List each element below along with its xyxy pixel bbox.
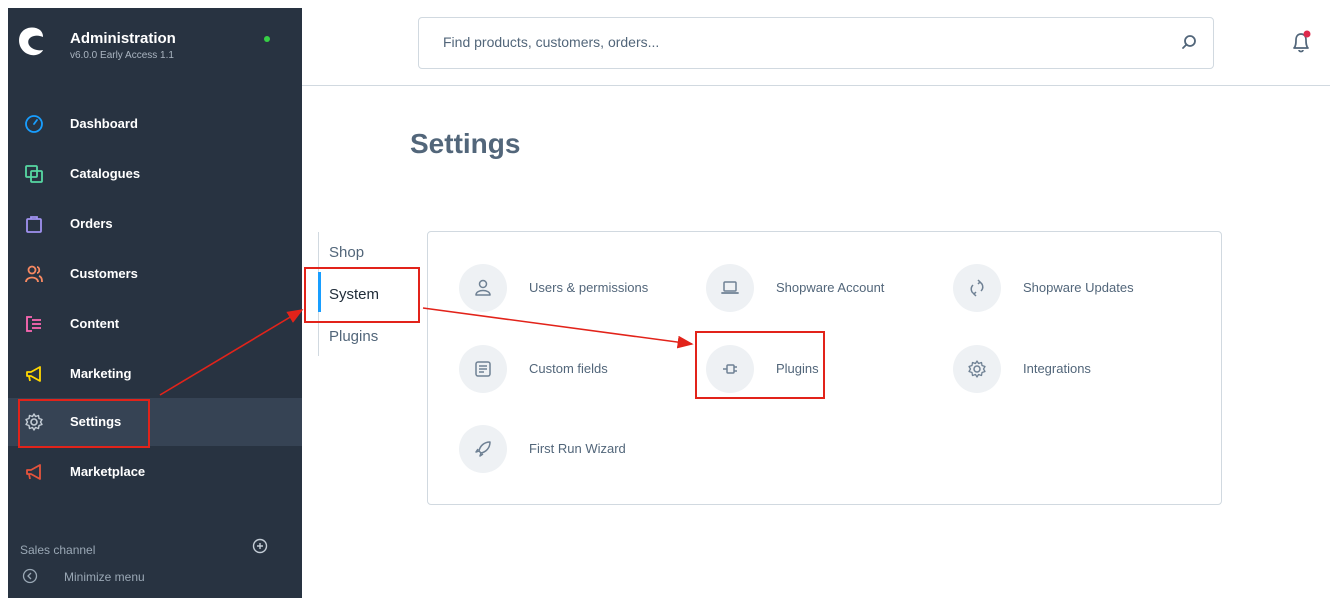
user-icon [475,279,491,296]
nav-label: Dashboard [70,116,138,131]
chevron-left-circle-icon [22,568,38,584]
annotation-box-settings [18,399,150,448]
brand-title: Administration [70,30,176,47]
setting-label: Custom fields [529,361,608,376]
setting-icon-circle [459,345,507,393]
dashboard-icon [25,115,43,133]
setting-integrations[interactable]: Integrations [953,345,1183,393]
search-icon[interactable] [1179,33,1199,53]
nav-label: Catalogues [70,166,141,181]
orders-icon [26,216,42,233]
shopware-logo-icon [19,27,43,56]
nav-label: Marketing [70,366,132,381]
setting-icon-circle [459,264,507,312]
setting-icon-circle [459,425,507,473]
setting-shopware-updates[interactable]: Shopware Updates [953,264,1183,312]
content-icon [26,316,41,332]
sidebar: Administration v6.0.0 Early Access 1.1 D… [8,8,302,598]
top-header [302,0,1330,86]
nav-item-catalogues[interactable]: Catalogues [8,150,302,198]
setting-icon-circle [953,264,1001,312]
setting-custom-fields[interactable]: Custom fields [459,345,689,393]
annotation-box-system-tab [304,267,420,323]
setting-icon-circle [706,264,754,312]
nav-item-dashboard[interactable]: Dashboard [8,100,302,148]
nav-item-orders[interactable]: Orders [8,200,302,248]
tab-shop[interactable]: Shop [329,244,364,261]
setting-label: Shopware Account [776,280,885,295]
customers-icon [25,265,43,283]
setting-label: Shopware Updates [1023,280,1134,295]
add-sales-channel-icon[interactable] [252,538,268,554]
nav-label: Orders [70,216,113,231]
catalogues-icon [25,165,43,183]
annotation-box-plugins [695,331,825,399]
nav-item-marketplace[interactable]: Marketplace [8,448,302,496]
nav-label: Content [70,316,120,331]
nav-item-customers[interactable]: Customers [8,250,302,298]
setting-first-run-wizard[interactable]: First Run Wizard [459,425,689,473]
marketplace-icon [26,464,41,480]
nav-item-marketing[interactable]: Marketing [8,350,302,398]
minimize-menu-label: Minimize menu [64,570,145,584]
setting-label: Integrations [1023,361,1091,376]
notification-bell-icon[interactable] [1290,30,1312,54]
gear-icon [968,360,986,378]
rocket-icon [475,441,491,457]
page-title: Settings [410,128,521,159]
setting-icon-circle [953,345,1001,393]
brand-version: v6.0.0 Early Access 1.1 [70,50,174,61]
global-search[interactable] [418,17,1214,69]
nav-item-content[interactable]: Content [8,300,302,348]
brand-header[interactable]: Administration v6.0.0 Early Access 1.1 [8,8,302,72]
online-status-dot [264,36,270,42]
list-icon [475,361,491,377]
refresh-icon [970,279,984,297]
setting-shopware-account[interactable]: Shopware Account [706,264,936,312]
search-input[interactable] [443,34,1143,50]
tab-plugins[interactable]: Plugins [329,328,378,345]
sales-channel-heading: Sales channel [20,543,96,557]
marketing-icon [26,366,41,382]
setting-label: Users & permissions [529,280,649,295]
minimize-menu-button[interactable]: Minimize menu [8,566,302,590]
setting-label: First Run Wizard [529,441,626,456]
nav-label: Customers [70,266,138,281]
setting-users-permissions[interactable]: Users & permissions [459,264,689,312]
laptop-icon [721,281,739,294]
nav-label: Marketplace [70,464,146,479]
